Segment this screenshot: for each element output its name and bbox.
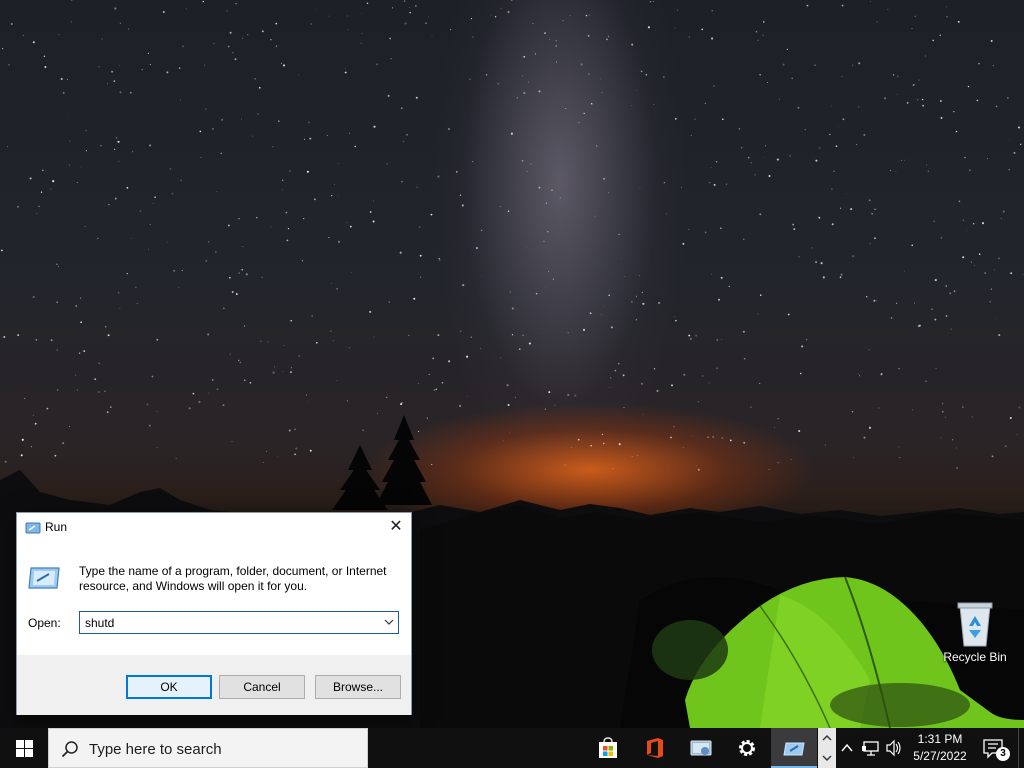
chevron-down-icon[interactable] — [818, 748, 836, 768]
clock-time: 1:31 PM — [917, 732, 963, 746]
taskbar-app-control-panel[interactable] — [678, 728, 724, 768]
taskbar: Type here to search 1:31 PM 5/27/2022 3 — [0, 728, 1024, 768]
chevron-up-icon[interactable] — [818, 728, 836, 748]
notification-icon — [983, 739, 1003, 759]
taskbar-app-store[interactable] — [585, 728, 631, 768]
run-program-icon — [28, 567, 60, 589]
open-input[interactable] — [80, 612, 375, 633]
taskbar-app-run[interactable] — [771, 728, 817, 768]
taskbar-app-settings[interactable] — [724, 728, 770, 768]
run-title: Run — [45, 520, 68, 534]
settings-icon — [739, 740, 755, 756]
run-icon — [783, 742, 805, 756]
search-icon — [61, 741, 78, 758]
search-placeholder: Type here to search — [89, 741, 222, 758]
recycle-bin-icon — [957, 602, 993, 647]
cancel-button[interactable]: Cancel — [219, 675, 305, 699]
open-label: Open: — [28, 616, 61, 630]
office-icon — [647, 738, 663, 758]
run-description: Type the name of a program, folder, docu… — [79, 564, 387, 593]
ok-button[interactable]: OK — [126, 675, 212, 699]
notification-count-badge: 3 — [996, 747, 1010, 761]
chevron-down-icon[interactable] — [384, 618, 394, 626]
clock-date: 5/27/2022 — [913, 749, 967, 763]
browse-button[interactable]: Browse... — [315, 675, 401, 699]
microsoft-store-icon — [599, 737, 617, 758]
show-desktop-button[interactable] — [1018, 728, 1024, 768]
run-icon — [25, 522, 41, 534]
close-button[interactable]: ✕ — [381, 513, 411, 541]
run-titlebar[interactable]: Run ✕ — [17, 513, 411, 543]
volume-icon[interactable] — [885, 728, 903, 768]
show-hidden-icons-icon[interactable] — [840, 728, 854, 768]
network-icon[interactable] — [862, 728, 880, 768]
recycle-bin-label: Recycle Bin — [943, 650, 1007, 664]
control-panel-icon — [690, 740, 712, 756]
clock[interactable]: 1:31 PM 5/27/2022 — [906, 731, 974, 765]
recycle-bin-shortcut[interactable]: Recycle Bin — [942, 600, 1008, 664]
start-button[interactable] — [0, 728, 48, 768]
windows-logo-icon — [16, 740, 33, 757]
run-dialog: Run ✕ Type the name of a program, folder… — [16, 512, 412, 715]
open-combobox[interactable] — [79, 611, 399, 634]
run-footer: OK Cancel Browse... — [17, 655, 411, 715]
action-center-button[interactable]: 3 — [980, 728, 1014, 768]
taskbar-app-office[interactable] — [632, 728, 678, 768]
search-box[interactable]: Type here to search — [48, 728, 368, 768]
taskbar-scroll[interactable] — [818, 728, 836, 768]
